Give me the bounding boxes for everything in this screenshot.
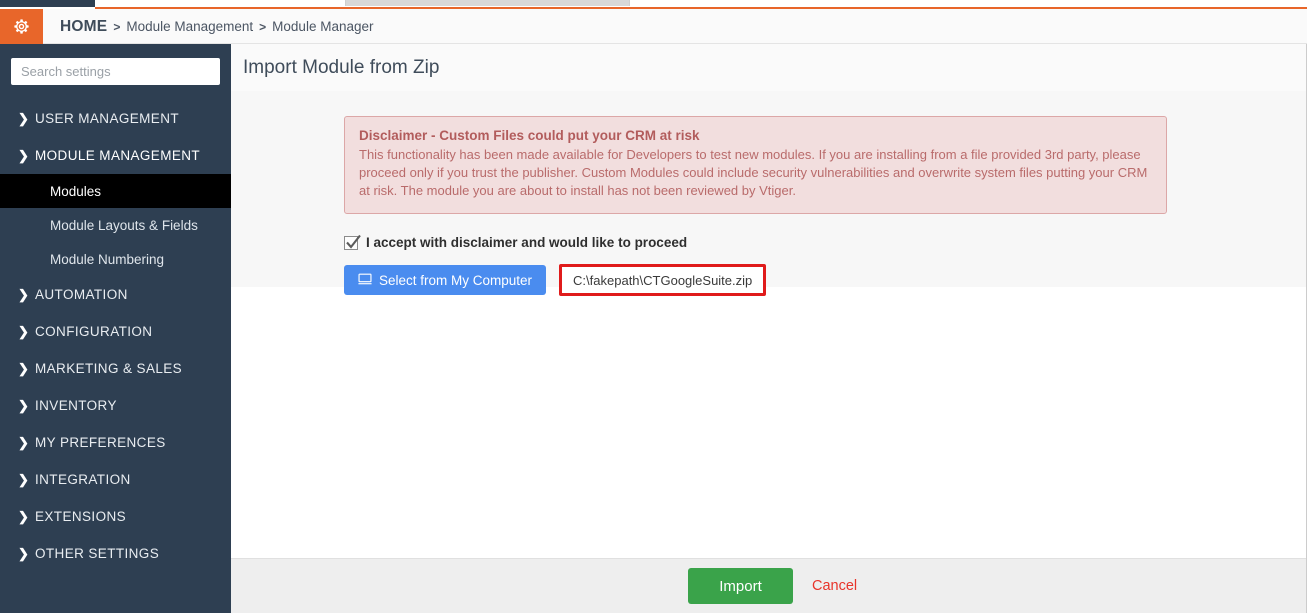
disclaimer-body: This functionality has been made availab… <box>359 147 1148 198</box>
sidebar-item-label: USER MANAGEMENT <box>35 111 180 126</box>
sidebar-item-label: MY PREFERENCES <box>35 435 166 450</box>
page-header: Import Module from Zip <box>231 44 1306 91</box>
chevron-right-icon: ❯ <box>18 286 30 302</box>
sidebar-subitem-label: Module Layouts & Fields <box>50 217 198 233</box>
sidebar-item-label: MODULE MANAGEMENT <box>35 148 201 163</box>
chevron-right-icon: ❯ <box>18 110 30 126</box>
selected-file-name: C:\fakepath\CTGoogleSuite.zip <box>559 264 767 296</box>
accept-disclaimer-checkbox[interactable] <box>344 234 361 250</box>
chevron-right-icon: > <box>113 19 121 34</box>
sidebar-item-configuration[interactable]: ❯ CONFIGURATION <box>0 313 231 350</box>
chevron-right-icon: ❯ <box>18 434 30 450</box>
sidebar-item-extensions[interactable]: ❯ EXTENSIONS <box>0 498 231 535</box>
chevron-right-icon: ❯ <box>18 323 30 339</box>
chevron-down-icon: ❯ <box>18 147 30 163</box>
settings-page: HOME > Module Management > Module Manage… <box>0 0 1307 613</box>
sidebar-item-label: MARKETING & SALES <box>35 361 183 376</box>
breadcrumb-home[interactable]: HOME <box>60 18 107 36</box>
sidebar-subitem-label: Modules <box>50 183 102 199</box>
accept-disclaimer-row: I accept with disclaimer and would like … <box>344 234 1306 250</box>
page-title: Import Module from Zip <box>243 56 440 78</box>
sidebar-item-label: INTEGRATION <box>35 472 131 487</box>
sidebar-item-label: INVENTORY <box>35 398 117 413</box>
top-cutoff-dialog-edge <box>345 0 630 6</box>
gear-icon <box>12 17 31 36</box>
sidebar-item-other-settings[interactable]: ❯ OTHER SETTINGS <box>0 535 231 572</box>
sidebar-item-user-management[interactable]: ❯ USER MANAGEMENT <box>0 100 231 137</box>
cancel-link[interactable]: Cancel <box>812 578 857 594</box>
main-content: Import Module from Zip Disclaimer - Cust… <box>231 44 1307 613</box>
import-panel: Disclaimer - Custom Files could put your… <box>231 91 1306 296</box>
sidebar-item-label: OTHER SETTINGS <box>35 546 160 561</box>
file-select-row: Select from My Computer C:\fakepath\CTGo… <box>344 264 1306 296</box>
sidebar-subitem-modules[interactable]: Modules <box>0 174 231 208</box>
breadcrumb: HOME > Module Management > Module Manage… <box>60 9 373 44</box>
search-input[interactable] <box>11 58 220 85</box>
disclaimer-title: Disclaimer - Custom Files could put your… <box>359 128 700 143</box>
chevron-right-icon: > <box>259 19 267 34</box>
disclaimer-alert: Disclaimer - Custom Files could put your… <box>344 116 1167 214</box>
chevron-right-icon: ❯ <box>18 360 30 376</box>
chevron-right-icon: ❯ <box>18 545 30 561</box>
select-from-my-computer-button[interactable]: Select from My Computer <box>344 265 547 295</box>
sidebar-item-integration[interactable]: ❯ INTEGRATION <box>0 461 231 498</box>
settings-sidebar: ❯ USER MANAGEMENT ❯ MODULE MANAGEMENT Mo… <box>0 44 231 613</box>
sidebar-subitem-label: Module Numbering <box>50 251 165 267</box>
sidebar-nav: ❯ USER MANAGEMENT ❯ MODULE MANAGEMENT Mo… <box>0 100 231 572</box>
chevron-right-icon: ❯ <box>18 397 30 413</box>
chevron-right-icon: ❯ <box>18 471 30 487</box>
app-header: HOME > Module Management > Module Manage… <box>0 9 1307 44</box>
accept-disclaimer-label[interactable]: I accept with disclaimer and would like … <box>366 235 687 250</box>
sidebar-item-module-management[interactable]: ❯ MODULE MANAGEMENT <box>0 137 231 174</box>
selected-file-name-text: C:\fakepath\CTGoogleSuite.zip <box>573 272 753 288</box>
sidebar-item-label: AUTOMATION <box>35 287 128 302</box>
sidebar-item-inventory[interactable]: ❯ INVENTORY <box>0 387 231 424</box>
sidebar-item-automation[interactable]: ❯ AUTOMATION <box>0 276 231 313</box>
import-button[interactable]: Import <box>688 568 793 604</box>
select-button-label: Select from My Computer <box>379 272 533 288</box>
chevron-right-icon: ❯ <box>18 508 30 524</box>
breadcrumb-item-module-manager: Module Manager <box>272 19 374 34</box>
breadcrumb-item-module-management[interactable]: Module Management <box>126 19 253 34</box>
action-footer: Import Cancel <box>231 558 1306 613</box>
top-cutoff-sidebar-edge <box>0 0 95 7</box>
sidebar-item-marketing-sales[interactable]: ❯ MARKETING & SALES <box>0 350 231 387</box>
sidebar-subitem-module-layouts-fields[interactable]: Module Layouts & Fields <box>0 208 231 242</box>
monitor-icon <box>358 273 372 288</box>
sidebar-item-label: EXTENSIONS <box>35 509 127 524</box>
sidebar-item-label: CONFIGURATION <box>35 324 153 339</box>
sidebar-subitem-module-numbering[interactable]: Module Numbering <box>0 242 231 276</box>
sidebar-item-my-preferences[interactable]: ❯ MY PREFERENCES <box>0 424 231 461</box>
search-container <box>0 44 231 95</box>
settings-gear-button[interactable] <box>0 9 43 44</box>
